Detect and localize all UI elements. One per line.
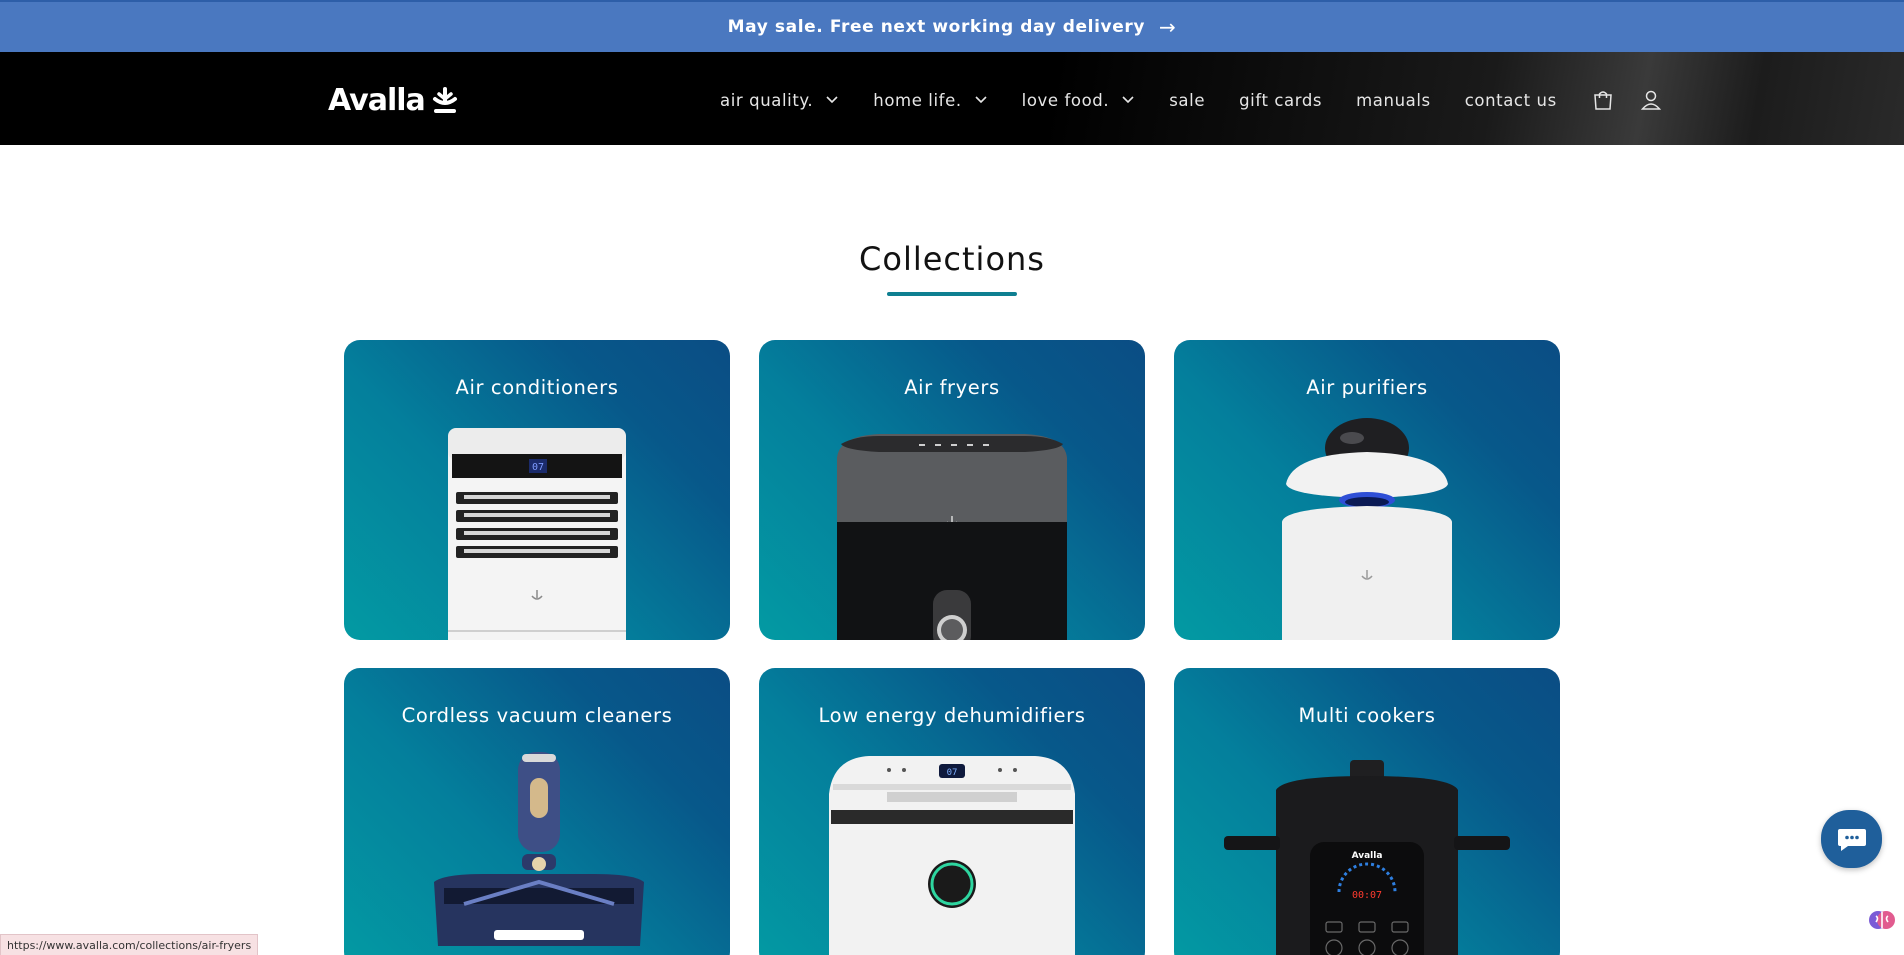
logo-mark-icon bbox=[432, 87, 457, 113]
collection-card-low-energy-dehumidifiers[interactable]: Low energy dehumidifiers 07 bbox=[759, 668, 1145, 955]
collection-card-air-fryers[interactable]: Air fryers bbox=[759, 340, 1145, 640]
cart-icon-svg bbox=[1593, 91, 1612, 110]
nav-label: sale bbox=[1169, 90, 1206, 110]
dehumidifier-display: 07 bbox=[947, 768, 958, 778]
air-fryer-image bbox=[837, 434, 1067, 640]
logo[interactable]: Avalla bbox=[328, 80, 459, 120]
nav-item-sale[interactable]: sale bbox=[1169, 91, 1205, 110]
nav-label: love food. bbox=[1021, 90, 1110, 110]
chat-icon bbox=[1837, 829, 1866, 851]
collection-card-air-purifiers[interactable]: Air purifiers bbox=[1174, 340, 1560, 640]
announcement-text: May sale. Free next working day delivery bbox=[727, 17, 1145, 37]
arrow-right-icon: → bbox=[1159, 15, 1177, 39]
nav-item-love-food[interactable]: love food. bbox=[1022, 91, 1136, 110]
account-icon-svg bbox=[1640, 90, 1661, 110]
nav-label: home life. bbox=[873, 90, 962, 110]
nav-label: gift cards bbox=[1239, 90, 1323, 110]
announcement-bar[interactable]: May sale. Free next working day delivery… bbox=[0, 0, 1904, 52]
site-header: Avalla air quality. home life. love food… bbox=[0, 52, 1904, 145]
nav-item-air-quality[interactable]: air quality. bbox=[720, 91, 839, 110]
status-bar-url: https://www.avalla.com/collections/air-f… bbox=[0, 934, 259, 955]
nav-label: air quality. bbox=[720, 90, 814, 110]
title-underline bbox=[887, 292, 1017, 296]
cooker-display: 00:07 bbox=[1352, 890, 1382, 901]
ac-display: 07 bbox=[532, 462, 544, 473]
chevron-down-icon bbox=[1122, 96, 1134, 104]
chevron-down-icon bbox=[975, 96, 987, 104]
nav-label: contact us bbox=[1464, 90, 1557, 110]
air-conditioner-image: 07 bbox=[448, 428, 626, 640]
page-title: Collections bbox=[859, 240, 1045, 278]
chat-button[interactable] bbox=[1821, 810, 1882, 868]
collection-card-cordless-vacuum-cleaners[interactable]: Cordless vacuum cleaners bbox=[344, 668, 730, 955]
cordless-vacuum-image bbox=[434, 752, 644, 946]
nav-item-manuals[interactable]: manuals bbox=[1356, 91, 1431, 110]
nav-label: manuals bbox=[1356, 90, 1431, 110]
multi-cooker-image: Avalla 00:07 bbox=[1224, 760, 1510, 955]
collection-card-multi-cookers[interactable]: Multi cookers Avalla 00:07 bbox=[1174, 668, 1560, 955]
nav-item-home-life[interactable]: home life. bbox=[873, 91, 987, 110]
collection-card-air-conditioners[interactable]: Air conditioners 07 bbox=[344, 340, 730, 640]
main-nav: air quality. home life. love food. sale … bbox=[720, 82, 1687, 118]
nav-item-contact-us[interactable]: contact us bbox=[1465, 91, 1557, 110]
logo-text: Avalla bbox=[328, 82, 426, 118]
dehumidifier-image: 07 bbox=[829, 756, 1075, 955]
cooker-brand: Avalla bbox=[1352, 851, 1383, 861]
account-icon[interactable] bbox=[1639, 88, 1663, 112]
brain-extension-icon[interactable] bbox=[1868, 906, 1896, 934]
chevron-down-icon bbox=[826, 96, 838, 104]
nav-item-gift-cards[interactable]: gift cards bbox=[1239, 91, 1322, 110]
cart-icon[interactable] bbox=[1591, 88, 1615, 112]
air-purifier-image bbox=[1282, 418, 1452, 640]
